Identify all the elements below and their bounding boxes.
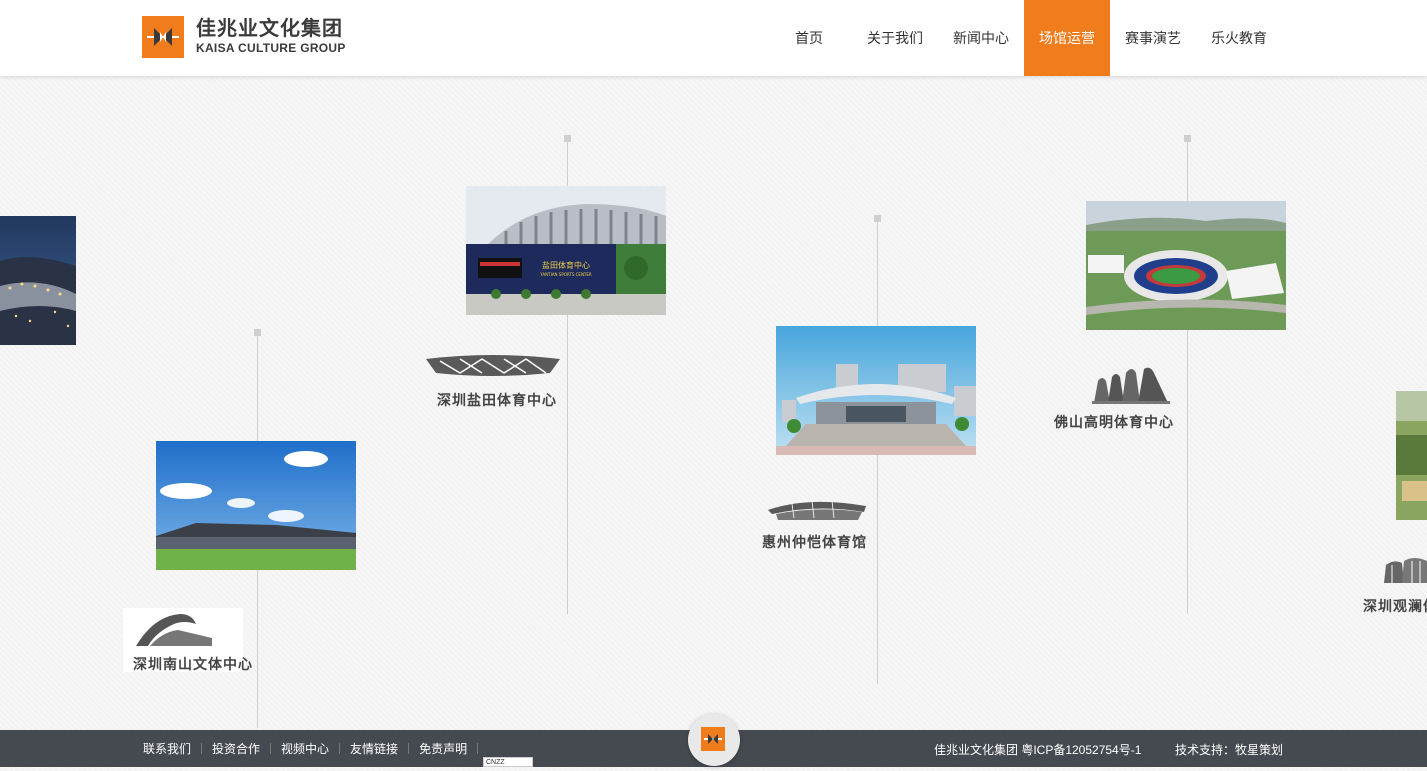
venue-name-guanlan[interactable]: 深圳观澜体	[1363, 596, 1427, 616]
timeline-dot	[874, 215, 881, 222]
foshan-building-icon	[1092, 365, 1170, 410]
venue-photo-yantian[interactable]: 盐田体育中心 YANTIAN SPORTS CENTER	[466, 186, 666, 315]
venue-photo-huizhou[interactable]	[776, 326, 976, 455]
timeline-dot	[564, 135, 571, 142]
timeline-dot	[1184, 135, 1191, 142]
venue-name-yantian[interactable]: 深圳盐田体育中心	[437, 390, 557, 410]
nav-education[interactable]: 乐火教育	[1196, 0, 1282, 76]
nav-events[interactable]: 赛事演艺	[1110, 0, 1196, 76]
venue-photo-nanshan[interactable]	[156, 441, 356, 570]
footer-divider	[201, 743, 203, 754]
nav-news[interactable]: 新闻中心	[938, 0, 1024, 76]
footer-link-disclaimer[interactable]: 免责声明	[419, 740, 467, 757]
brand-name-en: KAISA CULTURE GROUP	[196, 41, 346, 55]
cnzz-badge[interactable]: CNZZ	[483, 757, 533, 767]
main-nav: 首页 关于我们 新闻中心 场馆运营 赛事演艺 乐火教育	[766, 0, 1282, 76]
footer-tech-support[interactable]: 技术支持：牧星策划	[1175, 730, 1283, 767]
logo-mark-icon	[142, 16, 184, 58]
footer-link-invest[interactable]: 投资合作	[212, 740, 260, 757]
venue-photo-right-partial[interactable]	[1396, 391, 1427, 520]
footer-divider	[270, 743, 272, 754]
huizhou-building-icon	[768, 496, 866, 527]
footer-divider	[477, 743, 479, 754]
yantian-sign-text: 盐田体育中心	[542, 260, 590, 270]
venue-name-huizhou[interactable]: 惠州仲恺体育馆	[762, 532, 867, 552]
footer-links: 联系我们 投资合作 视频中心 友情链接 免责声明	[143, 730, 488, 767]
yantian-building-icon	[426, 353, 560, 384]
nav-venues[interactable]: 场馆运营	[1024, 0, 1110, 76]
timeline-dot	[254, 329, 261, 336]
venue-photo-left-partial[interactable]	[0, 216, 76, 345]
footer-link-video[interactable]: 视频中心	[281, 740, 329, 757]
brand-logo[interactable]: 佳兆业文化集团 KAISA CULTURE GROUP	[142, 16, 346, 58]
footer-link-contact[interactable]: 联系我们	[143, 740, 191, 757]
guanlan-building-icon	[1384, 557, 1427, 590]
footer-divider	[339, 743, 341, 754]
logo-mark-icon	[701, 727, 725, 751]
footer-divider	[408, 743, 410, 754]
brand-name-cn: 佳兆业文化集团	[196, 18, 343, 40]
footer-icp[interactable]: 佳兆业文化集团 粤ICP备12052754号-1	[934, 730, 1141, 767]
yantian-sign-text-en: YANTIAN SPORTS CENTER	[539, 272, 592, 277]
footer-link-friends[interactable]: 友情链接	[350, 740, 398, 757]
nanshan-building-icon	[134, 610, 214, 655]
venue-name-foshan[interactable]: 佛山高明体育中心	[1054, 412, 1174, 432]
footer-logo-button[interactable]	[688, 714, 740, 766]
site-header: 佳兆业文化集团 KAISA CULTURE GROUP 首页 关于我们 新闻中心…	[0, 0, 1427, 76]
nav-home[interactable]: 首页	[766, 0, 852, 76]
venue-photo-foshan[interactable]	[1086, 201, 1286, 330]
venue-name-nanshan[interactable]: 深圳南山文体中心	[133, 654, 253, 674]
nav-about[interactable]: 关于我们	[852, 0, 938, 76]
